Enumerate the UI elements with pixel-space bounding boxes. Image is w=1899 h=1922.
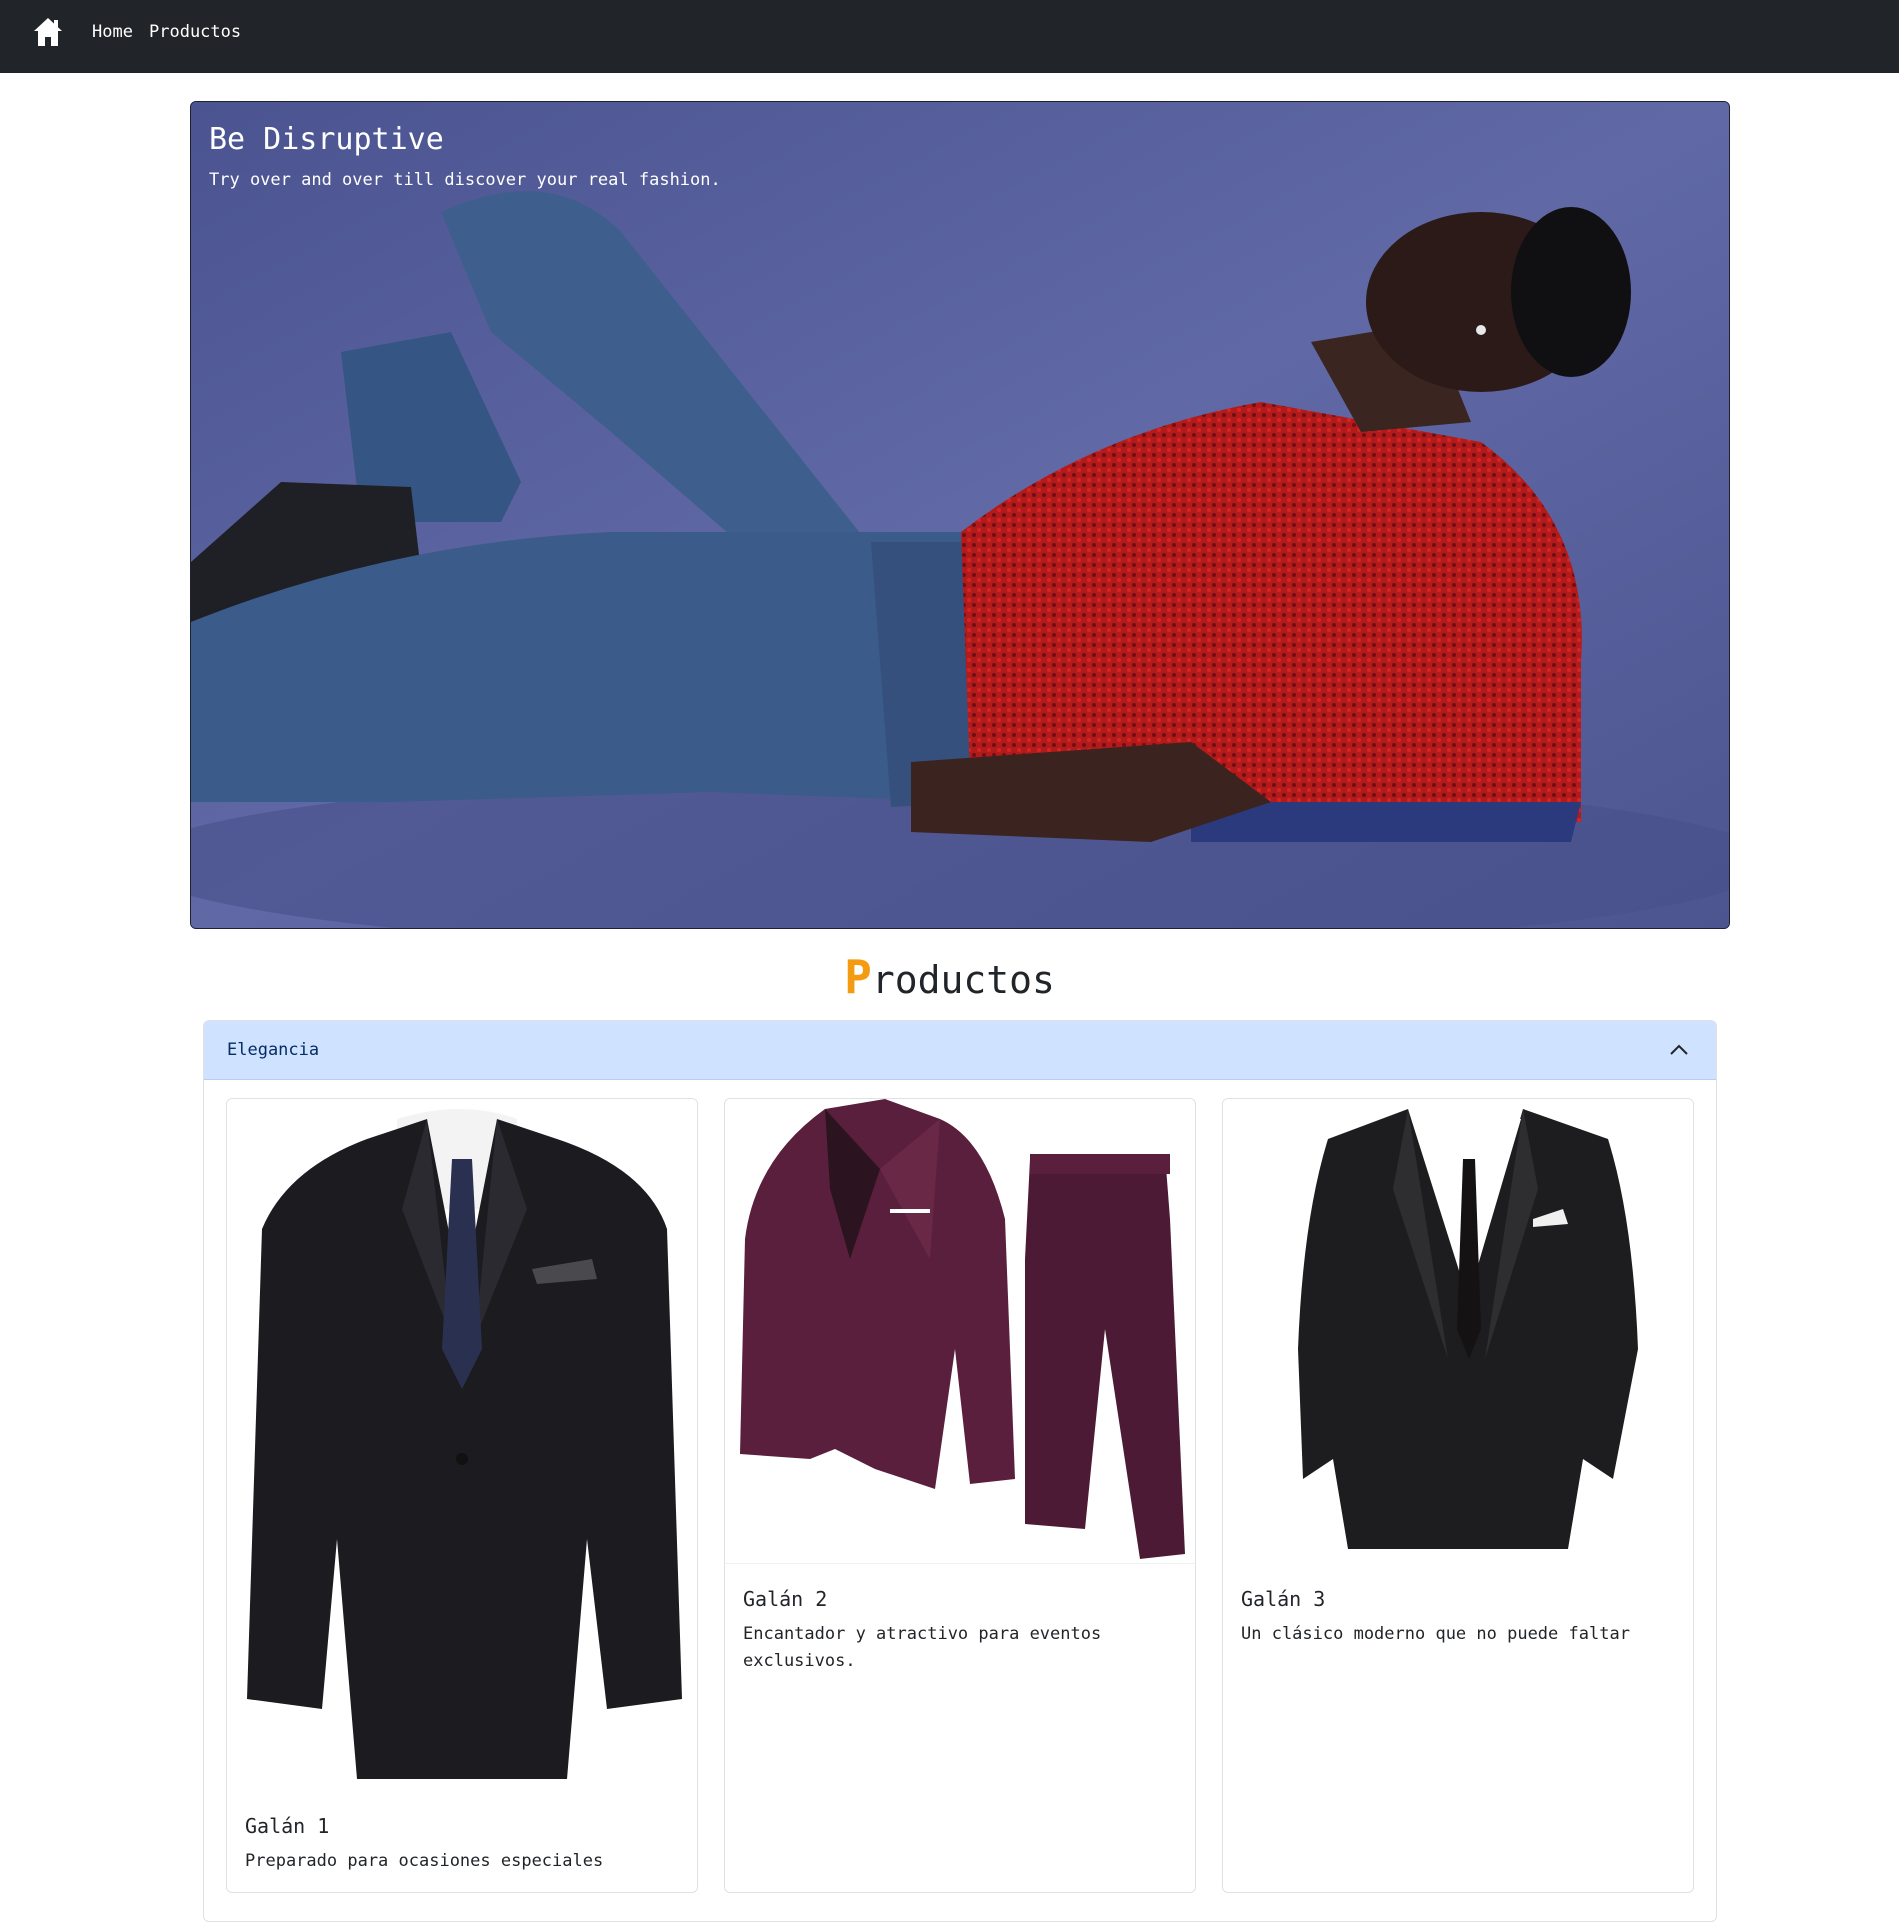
navbar: Home Productos	[0, 0, 1899, 73]
product-card[interactable]: Galán 2 Encantador y atractivo para even…	[724, 1098, 1196, 1893]
home-icon[interactable]	[32, 16, 64, 48]
product-description: Preparado para ocasiones especiales	[245, 1851, 604, 1871]
product-card[interactable]: Galán 3 Un clásico moderno que no puede …	[1222, 1098, 1694, 1893]
section-title: Productos	[0, 950, 1899, 1004]
chevron-up-icon[interactable]	[1668, 1039, 1690, 1061]
product-description: Encantador y atractivo para eventos excl…	[743, 1624, 1102, 1671]
product-image-suit-burgundy	[725, 1099, 1195, 1564]
product-title: Galán 3	[1241, 1587, 1326, 1611]
accordion-title: Elegancia	[227, 1040, 320, 1060]
section-title-accent: P	[844, 950, 872, 1004]
hero-banner: Be Disruptive Try over and over till dis…	[190, 101, 1730, 929]
nav-link-productos[interactable]: Productos	[149, 22, 241, 42]
section-title-rest: roductos	[871, 958, 1055, 1002]
hero-image	[191, 102, 1729, 928]
product-title: Galán 1	[245, 1814, 330, 1838]
product-image-suit-tuxedo	[1223, 1099, 1693, 1564]
accordion-header[interactable]: Elegancia	[204, 1021, 1716, 1080]
product-card[interactable]: Galán 1 Preparado para ocasiones especia…	[226, 1098, 698, 1893]
hero-title: Be Disruptive	[209, 122, 444, 157]
product-title: Galán 2	[743, 1587, 828, 1611]
product-image-suit-black	[227, 1099, 697, 1799]
hero-subtitle: Try over and over till discover your rea…	[209, 170, 721, 190]
product-description: Un clásico moderno que no puede faltar	[1241, 1624, 1630, 1644]
accordion-elegancia: Elegancia Galán 1 Preparado para ocasion…	[203, 1020, 1717, 1922]
nav-link-home[interactable]: Home	[92, 22, 133, 42]
